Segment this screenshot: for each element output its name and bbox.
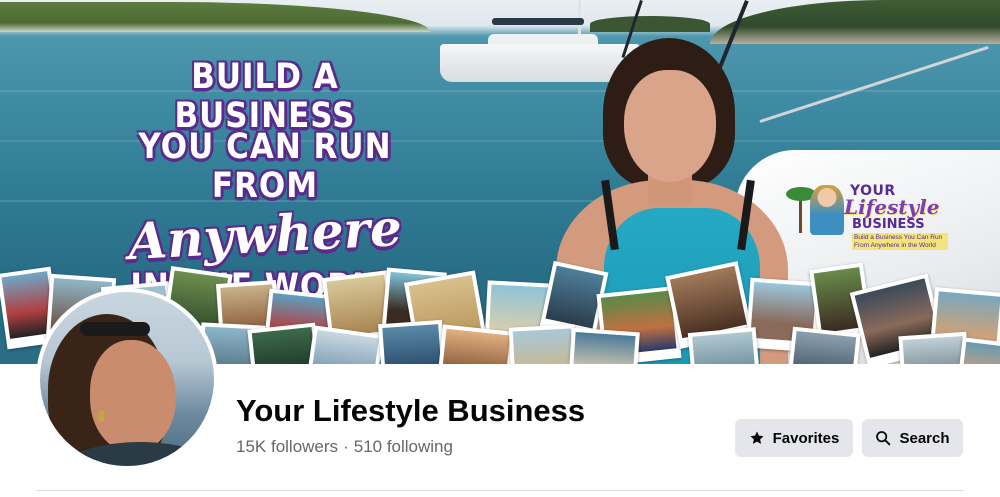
cover-headline: BUILD A BUSINESS YOU CAN RUN FROM Anywhe…: [100, 57, 430, 306]
following-link[interactable]: 510 following: [354, 437, 453, 456]
page-title: Your Lifestyle Business: [236, 393, 586, 428]
logo-figure: [810, 185, 844, 235]
headline-script: Anywhere: [126, 197, 404, 272]
logo-text-lifestyle: Lifestyle: [844, 195, 940, 219]
collage-photo: [787, 326, 861, 364]
avatar-face: [90, 340, 176, 452]
headline-line-1: BUILD A BUSINESS: [174, 56, 356, 137]
deck-rail: [759, 45, 989, 123]
search-button[interactable]: Search: [862, 419, 963, 457]
island: [590, 16, 710, 32]
palm-tree-icon: [786, 187, 816, 233]
logo-text-business: BUSINESS: [852, 217, 925, 232]
stats-separator: ·: [343, 437, 349, 456]
brand-logo: YOUR Lifestyle BUSINESS Build a Business…: [786, 183, 950, 250]
collage-photo: [898, 331, 970, 364]
headline-line-2: YOU CAN RUN FROM: [138, 126, 392, 207]
boat-boom: [492, 18, 584, 25]
collage-photo: [508, 324, 578, 364]
followers-link[interactable]: 15K followers: [236, 437, 338, 456]
shoreline-right: [710, 0, 1000, 44]
favorites-button[interactable]: Favorites: [735, 419, 853, 457]
avatar-photo: [40, 292, 214, 466]
collage-photo: [378, 319, 446, 364]
collage-photo: [437, 324, 515, 364]
earring: [98, 410, 105, 422]
search-icon: [876, 431, 891, 446]
profile-avatar[interactable]: [36, 288, 218, 470]
logo-tagline: Build a Business You Can Run From Anywhe…: [852, 233, 948, 250]
collage-photo: [687, 327, 761, 364]
section-divider: [36, 490, 964, 491]
collage-photo: [568, 327, 640, 364]
sunglasses: [80, 322, 150, 336]
search-label: Search: [899, 429, 950, 447]
star-icon: [750, 431, 764, 444]
favorites-label: Favorites: [772, 429, 840, 447]
page-stats: 15K followers · 510 following: [236, 437, 453, 457]
woman-face: [624, 70, 716, 182]
shoreline-left: [0, 2, 430, 32]
collage-photo: [957, 337, 1000, 364]
